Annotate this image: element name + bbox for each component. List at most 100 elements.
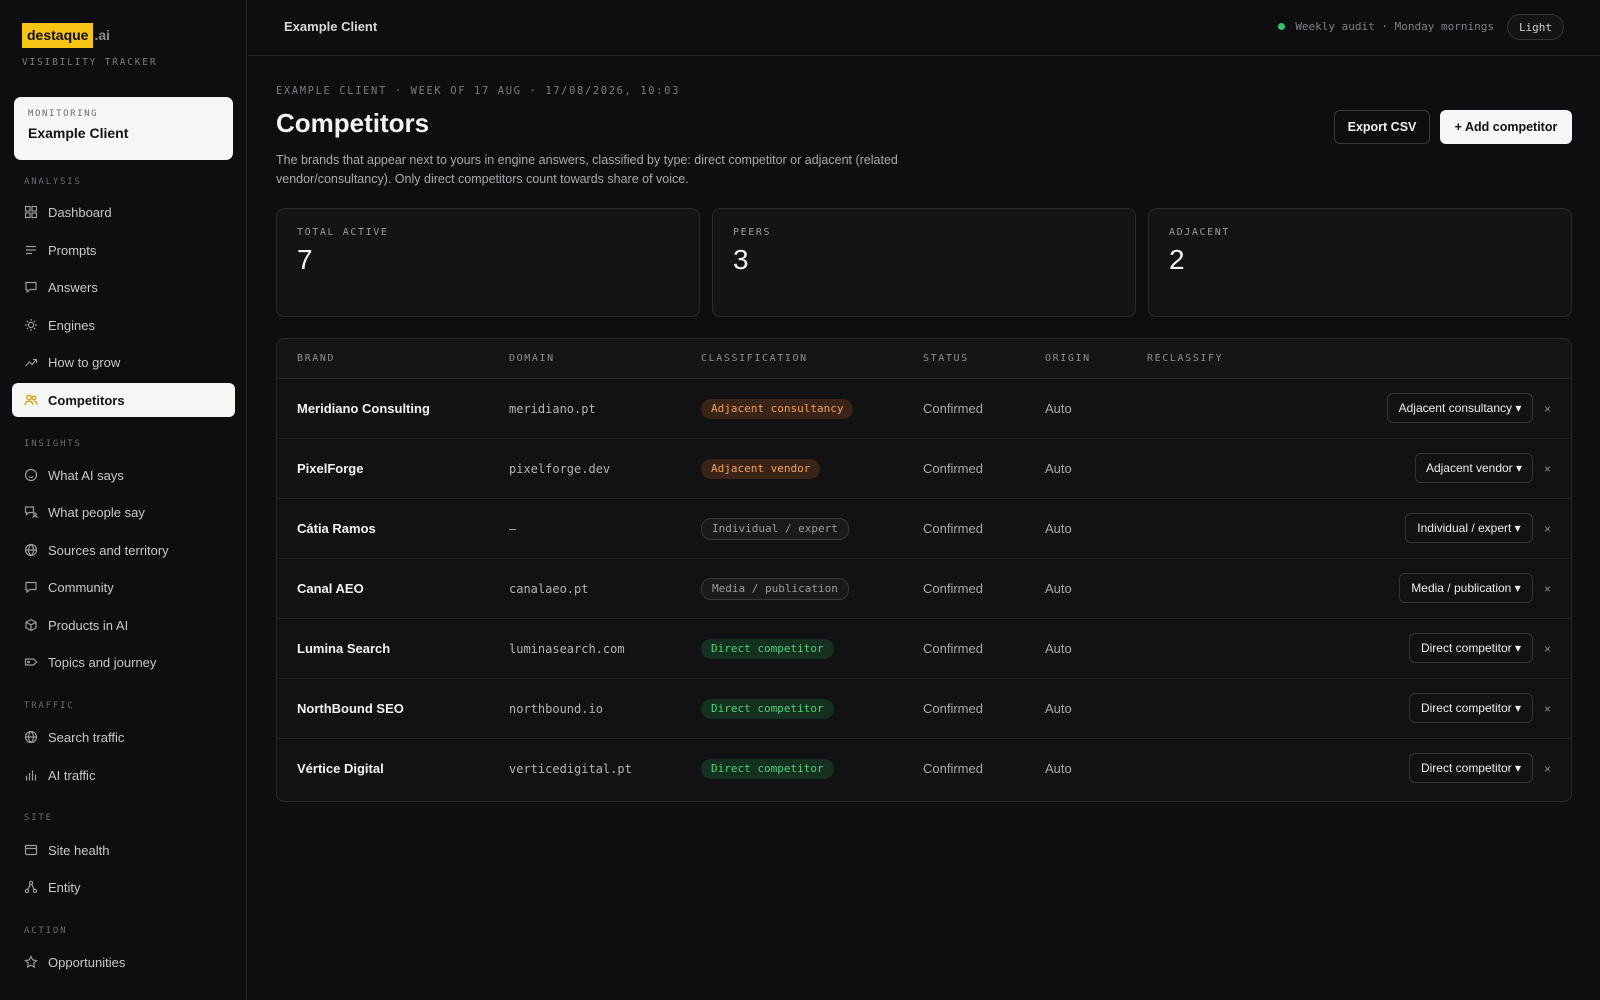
classification-cell: Direct competitor xyxy=(701,679,834,738)
export-csv-button[interactable]: Export CSV xyxy=(1334,110,1430,144)
table-row: Meridiano Consulting meridiano.pt Adjace… xyxy=(277,379,1571,439)
logo[interactable]: destaque .ai xyxy=(22,22,110,48)
sidebar-item-community[interactable]: Community xyxy=(12,570,235,604)
classification-badge: Individual / expert xyxy=(701,517,849,540)
reclassify-select[interactable]: Adjacent consultancy ▾ xyxy=(1387,393,1533,423)
sidebar-item-competitors[interactable]: Competitors xyxy=(12,383,235,417)
sidebar-item-entity[interactable]: Entity xyxy=(12,870,235,904)
origin-text: Auto xyxy=(1045,701,1072,716)
reclassify-select[interactable]: Media / publication ▾ xyxy=(1399,573,1533,603)
classification-cell: Direct competitor xyxy=(701,619,834,678)
sidebar-item-answers[interactable]: Answers xyxy=(12,270,235,304)
sidebar-item-label: AI traffic xyxy=(48,767,96,783)
sidebar-item-what-ai-says[interactable]: What AI says xyxy=(12,458,235,492)
reclassify-select[interactable]: Individual / expert ▾ xyxy=(1405,513,1533,543)
competitors-table: BRAND DOMAIN CLASSIFICATION STATUS ORIGI… xyxy=(276,338,1572,802)
remove-button[interactable]: × xyxy=(1544,619,1551,678)
classification-cell: Individual / expert xyxy=(701,499,849,558)
add-competitor-button[interactable]: + Add competitor xyxy=(1440,110,1572,144)
remove-button[interactable]: × xyxy=(1544,559,1551,618)
logo-suffix: .ai xyxy=(94,27,111,43)
sidebar-item-label: What AI says xyxy=(48,467,124,483)
sidebar-item-ai-traffic[interactable]: AI traffic xyxy=(12,758,235,792)
section-insights: INSIGHTS xyxy=(24,439,82,449)
status-text: Confirmed xyxy=(923,641,983,656)
header-origin[interactable]: ORIGIN xyxy=(1045,353,1091,364)
classification-cell: Adjacent vendor xyxy=(701,439,821,498)
header-classification[interactable]: CLASSIFICATION xyxy=(701,353,808,364)
remove-button[interactable]: × xyxy=(1544,379,1551,438)
reclassify-select[interactable]: Direct competitor ▾ xyxy=(1409,693,1533,723)
brand-domain: northbound.io xyxy=(509,701,603,716)
sidebar-item-label: Opportunities xyxy=(48,954,126,970)
stat-card-total-active: TOTAL ACTIVE 7 xyxy=(276,208,700,317)
remove-button[interactable]: × xyxy=(1544,679,1551,738)
chat-icon xyxy=(24,280,38,294)
brand-domain: pixelforge.dev xyxy=(509,461,611,476)
sidebar-item-search-traffic[interactable]: Search traffic xyxy=(12,720,235,754)
sidebar-item-label: Dashboard xyxy=(48,204,112,220)
sidebar-item-engines[interactable]: Engines xyxy=(12,308,235,342)
sidebar-item-sources-and-territory[interactable]: Sources and territory xyxy=(12,533,235,567)
brand-domain: meridiano.pt xyxy=(509,401,596,416)
sidebar-item-label: What people say xyxy=(48,504,145,520)
trend-up-icon xyxy=(24,355,38,369)
sun-icon xyxy=(24,318,38,332)
brand-name: Meridiano Consulting xyxy=(297,401,430,416)
sidebar-item-label: Products in AI xyxy=(48,617,129,633)
classification-badge: Direct competitor xyxy=(701,758,834,779)
sidebar-item-dashboard[interactable]: Dashboard xyxy=(12,195,235,229)
breadcrumb[interactable]: Example Client xyxy=(284,19,377,34)
brand-domain: canalaeo.pt xyxy=(509,581,589,596)
status-text: Confirmed xyxy=(923,581,983,596)
sidebar-item-topics-and-journey[interactable]: Topics and journey xyxy=(12,645,235,679)
classification-cell: Direct competitor xyxy=(701,739,834,798)
audit-schedule: Weekly audit · Monday mornings xyxy=(1278,20,1494,33)
brand-name: Canal AEO xyxy=(297,581,364,596)
reclassify-select[interactable]: Direct competitor ▾ xyxy=(1409,753,1533,783)
sidebar-item-opportunities[interactable]: Opportunities xyxy=(12,945,235,979)
reclassify-select[interactable]: Direct competitor ▾ xyxy=(1409,633,1533,663)
audit-text: Weekly audit · Monday mornings xyxy=(1295,20,1494,33)
header-status[interactable]: STATUS xyxy=(923,353,969,364)
cube-icon xyxy=(24,618,38,632)
sidebar-item-what-people-say[interactable]: What people say xyxy=(12,495,235,529)
stat-value: 3 xyxy=(733,244,749,275)
classification-cell: Media / publication xyxy=(701,559,849,618)
remove-button[interactable]: × xyxy=(1544,439,1551,498)
sidebar-item-site-health[interactable]: Site health xyxy=(12,833,235,867)
sidebar-item-label: Sources and territory xyxy=(48,542,169,558)
table-header: BRAND DOMAIN CLASSIFICATION STATUS ORIGI… xyxy=(277,339,1571,379)
section-site: SITE xyxy=(24,813,53,823)
brand-domain: luminasearch.com xyxy=(509,641,625,656)
chat-icon xyxy=(24,580,38,594)
theme-toggle-button[interactable]: Light xyxy=(1507,14,1564,40)
sidebar-item-prompts[interactable]: Prompts xyxy=(12,233,235,267)
card-icon xyxy=(24,843,38,857)
smile-icon xyxy=(24,468,38,482)
table-row: NorthBound SEO northbound.io Direct comp… xyxy=(277,679,1571,739)
table-row: Cátia Ramos — Individual / expert Confir… xyxy=(277,499,1571,559)
section-analysis: ANALYSIS xyxy=(24,177,82,187)
remove-button[interactable]: × xyxy=(1544,499,1551,558)
sidebar-item-label: How to grow xyxy=(48,354,121,370)
tag-icon xyxy=(24,655,38,669)
client-switcher[interactable]: MONITORING Example Client xyxy=(14,97,233,160)
remove-button[interactable]: × xyxy=(1544,739,1551,798)
sidebar-item-products-in-ai[interactable]: Products in AI xyxy=(12,608,235,642)
origin-text: Auto xyxy=(1045,401,1072,416)
grid-icon xyxy=(24,205,38,219)
globe-icon xyxy=(24,543,38,557)
brand-domain: — xyxy=(509,521,517,536)
sidebar-item-label: Competitors xyxy=(48,392,125,408)
sidebar-item-how-to-grow[interactable]: How to grow xyxy=(12,345,235,379)
classification-badge: Direct competitor xyxy=(701,638,834,659)
header-domain[interactable]: DOMAIN xyxy=(509,353,555,364)
brand-name: NorthBound SEO xyxy=(297,701,404,716)
page-description: The brands that appear next to yours in … xyxy=(276,153,898,186)
status-text: Confirmed xyxy=(923,701,983,716)
status-text: Confirmed xyxy=(923,761,983,776)
status-text: Confirmed xyxy=(923,401,983,416)
reclassify-select[interactable]: Adjacent vendor ▾ xyxy=(1415,453,1533,483)
header-brand[interactable]: BRAND xyxy=(297,353,335,364)
